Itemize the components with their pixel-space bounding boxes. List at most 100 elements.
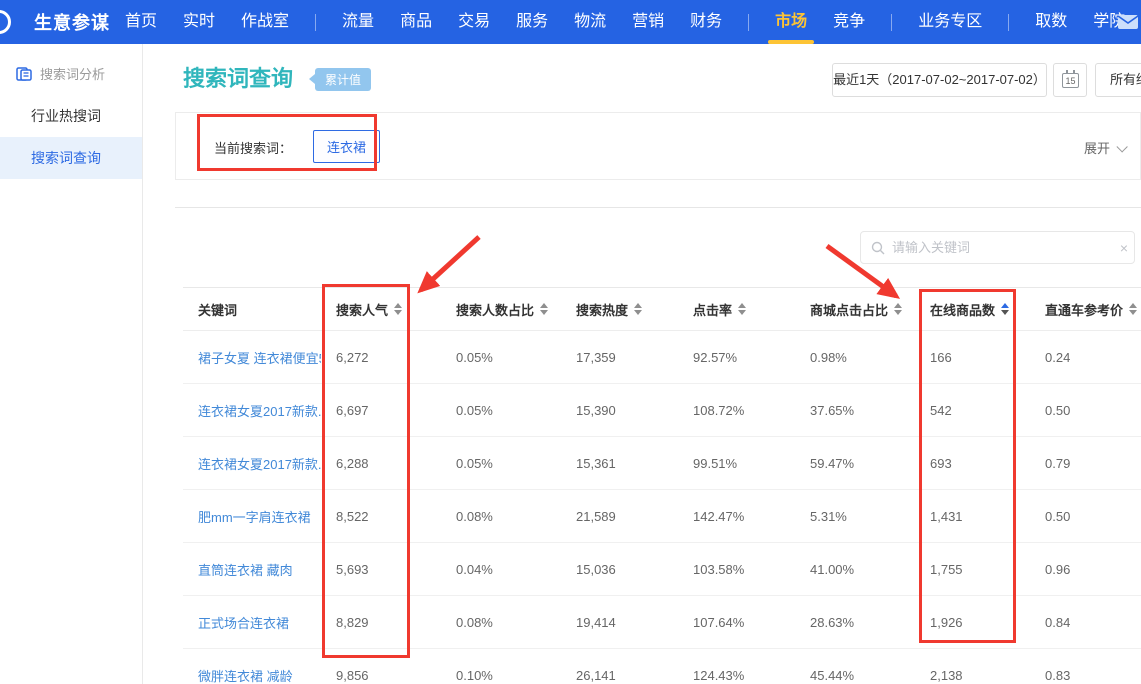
brand-name: 生意参谋 xyxy=(34,9,110,35)
cell: 1,431 xyxy=(915,509,1030,524)
nav-item-home[interactable]: 首页 xyxy=(112,0,170,44)
header-search-popularity[interactable]: 搜索人气 xyxy=(321,300,441,319)
nav-item-service[interactable]: 服务 xyxy=(503,0,561,44)
keyword-search-box: × xyxy=(860,231,1135,264)
mail-icon[interactable] xyxy=(1117,14,1139,30)
keyword-link[interactable]: 连衣裙女夏2017新款... xyxy=(183,454,321,473)
cumulative-value-badge: 累计值 xyxy=(315,68,371,91)
expand-label: 展开 xyxy=(1084,141,1110,156)
keyword-link[interactable]: 连衣裙女夏2017新款... xyxy=(183,401,321,420)
keyword-link[interactable]: 裙子女夏 连衣裙便宜5... xyxy=(183,348,321,367)
sidebar: 搜索词分析 行业热搜词 搜索词查询 xyxy=(0,44,143,684)
cell: 542 xyxy=(915,403,1030,418)
cell: 1,755 xyxy=(915,562,1030,577)
nav-item-logistics[interactable]: 物流 xyxy=(561,0,619,44)
nav-item-war-room[interactable]: 作战室 xyxy=(228,0,302,44)
cell: 103.58% xyxy=(678,562,795,577)
sort-icon[interactable] xyxy=(1129,303,1137,315)
sidebar-section-label: 搜索词分析 xyxy=(40,64,105,83)
nav-item-business-zone[interactable]: 业务专区 xyxy=(905,0,995,44)
nav-divider xyxy=(315,14,316,31)
cell: 9,856 xyxy=(321,668,441,683)
sort-icon[interactable] xyxy=(1001,303,1009,315)
cell: 37.65% xyxy=(795,403,915,418)
header-searcher-share[interactable]: 搜索人数占比 xyxy=(441,300,561,319)
current-keyword-tag[interactable]: 连衣裙 xyxy=(313,130,380,163)
table-row: 连衣裙女夏2017新款...6,2880.05%15,36199.51%59.4… xyxy=(183,437,1141,490)
nav-item-trade[interactable]: 交易 xyxy=(445,0,503,44)
brand[interactable]: 生意参谋 xyxy=(0,0,112,44)
date-range-selector[interactable]: 最近1天（2017-07-02~2017-07-02） xyxy=(832,63,1047,97)
cell: 0.50 xyxy=(1030,403,1141,418)
sidebar-section-search-analysis: 搜索词分析 xyxy=(0,44,142,83)
terminal-selector[interactable]: 所有终端 xyxy=(1095,63,1141,97)
nav-item-marketing[interactable]: 营销 xyxy=(619,0,677,44)
sort-icon[interactable] xyxy=(394,303,402,315)
nav-item-market[interactable]: 市场 xyxy=(762,0,820,44)
cell: 0.08% xyxy=(441,615,561,630)
cell: 0.04% xyxy=(441,562,561,577)
sort-icon[interactable] xyxy=(738,303,746,315)
cell: 28.63% xyxy=(795,615,915,630)
nav-item-realtime[interactable]: 实时 xyxy=(170,0,228,44)
header-label: 在线商品数 xyxy=(930,300,995,319)
nav-divider xyxy=(748,14,749,31)
header-label: 点击率 xyxy=(693,300,732,319)
sort-icon[interactable] xyxy=(894,303,902,315)
cell: 0.05% xyxy=(441,403,561,418)
clear-icon[interactable]: × xyxy=(1120,240,1128,256)
cell: 92.57% xyxy=(678,350,795,365)
current-search-term-label: 当前搜索词： xyxy=(214,138,292,157)
keyword-link[interactable]: 微胖连衣裙 减龄 xyxy=(183,666,321,684)
cell: 15,036 xyxy=(561,562,678,577)
main-content: 搜索词查询 累计值 最近1天（2017-07-02~2017-07-02） 15… xyxy=(143,44,1141,684)
header-search-heat[interactable]: 搜索热度 xyxy=(561,300,678,319)
cell: 0.98% xyxy=(795,350,915,365)
cell: 8,522 xyxy=(321,509,441,524)
header-online-products[interactable]: 在线商品数 xyxy=(915,300,1030,319)
sort-icon[interactable] xyxy=(540,303,548,315)
calendar-button[interactable]: 15 xyxy=(1053,63,1087,97)
page-title: 搜索词查询 xyxy=(183,61,293,93)
header-ztc-reference-price[interactable]: 直通车参考价 xyxy=(1030,300,1141,319)
header-click-rate[interactable]: 点击率 xyxy=(678,300,795,319)
nav-item-traffic[interactable]: 流量 xyxy=(329,0,387,44)
sidebar-item-search-term-query[interactable]: 搜索词查询 xyxy=(0,137,142,179)
cell: 6,272 xyxy=(321,350,441,365)
sort-icon[interactable] xyxy=(634,303,642,315)
header-label: 搜索热度 xyxy=(576,300,628,319)
cell: 5.31% xyxy=(795,509,915,524)
cell: 21,589 xyxy=(561,509,678,524)
keyword-link[interactable]: 直筒连衣裙 藏肉 xyxy=(183,560,321,579)
cell: 1,926 xyxy=(915,615,1030,630)
table-body: 裙子女夏 连衣裙便宜5...6,272 0.05% 17,35992.57%0.98… xyxy=(183,331,1141,684)
cell: 0.79 xyxy=(1030,456,1141,471)
section-divider xyxy=(175,207,1141,208)
nav-item-data-extract[interactable]: 取数 xyxy=(1022,0,1080,44)
cell: 0.50 xyxy=(1030,509,1141,524)
screen: 生意参谋 首页 实时 作战室 流量 商品 交易 服务 物流 营销 财务 市场 竞… xyxy=(0,0,1141,684)
cell: 108.72% xyxy=(678,403,795,418)
cell: 142.47% xyxy=(678,509,795,524)
keyword-search-input[interactable] xyxy=(892,240,1120,255)
expand-button[interactable]: 展开 xyxy=(1084,138,1124,157)
cell: 166 xyxy=(915,350,1030,365)
search-icon xyxy=(871,241,885,255)
keyword-link[interactable]: 肥mm一字肩连衣裙 xyxy=(183,507,321,526)
nav-item-competition[interactable]: 竞争 xyxy=(820,0,878,44)
cell: 0.83 xyxy=(1030,668,1141,683)
brand-logo-icon xyxy=(0,10,11,34)
sidebar-item-industry-hot-words[interactable]: 行业热搜词 xyxy=(0,95,142,137)
cell: 19,414 xyxy=(561,615,678,630)
cell: 8,829 xyxy=(321,615,441,630)
header-label: 商城点击占比 xyxy=(810,300,888,319)
cell: 17,359 xyxy=(561,350,678,365)
nav-item-finance[interactable]: 财务 xyxy=(677,0,735,44)
header-keyword: 关键词 xyxy=(183,300,321,319)
nav-item-product[interactable]: 商品 xyxy=(387,0,445,44)
cell: 124.43% xyxy=(678,668,795,683)
nav-divider xyxy=(1008,14,1009,31)
keyword-link[interactable]: 正式场合连衣裙 xyxy=(183,613,321,632)
cell: 0.10% xyxy=(441,668,561,683)
header-mall-click-share[interactable]: 商城点击占比 xyxy=(795,300,915,319)
